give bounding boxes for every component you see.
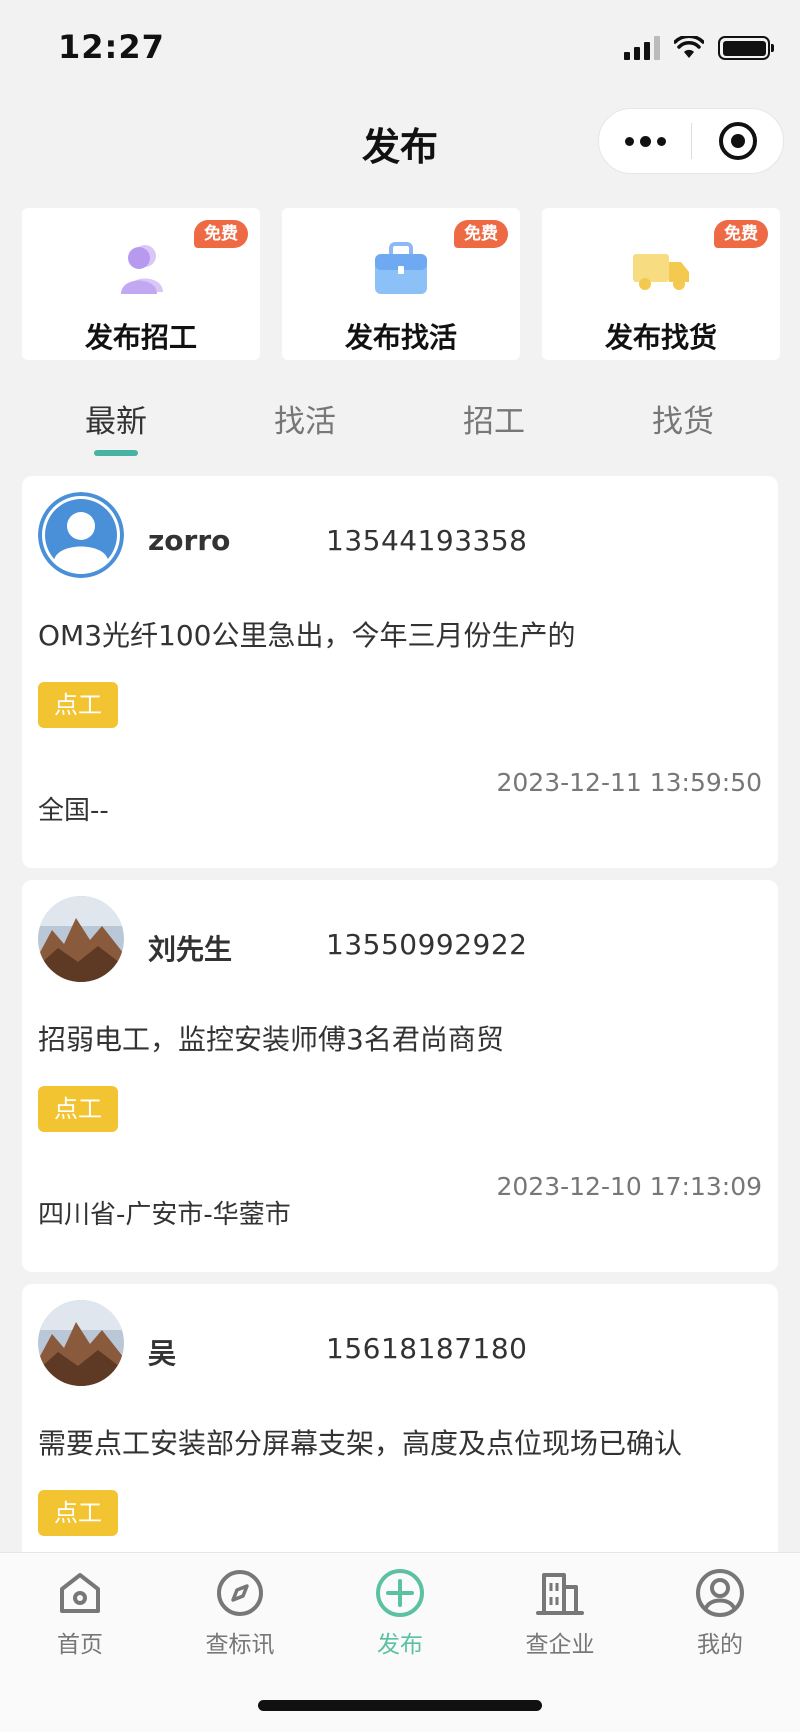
plus-circle-icon [376, 1569, 424, 1617]
cellular-signal-icon [624, 36, 660, 60]
tabbar-label: 我的 [697, 1632, 743, 1658]
poster-name: zorro [148, 524, 231, 557]
tab-recruit[interactable]: 招工 [434, 396, 554, 441]
status-icons [624, 36, 774, 60]
post-time: 2023-12-11 13:59:50 [496, 768, 762, 797]
tabbar-label: 查标讯 [205, 1632, 275, 1658]
wifi-icon [674, 36, 704, 58]
tabbar-mine[interactable]: 我的 [660, 1567, 780, 1659]
tabbar-label: 发布 [377, 1632, 423, 1658]
default-user-avatar-icon [38, 492, 124, 578]
active-tab-indicator [94, 450, 138, 456]
tab-latest[interactable]: 最新 [56, 396, 176, 441]
status-time: 12:27 [58, 28, 165, 66]
free-badge: 免费 [194, 220, 248, 248]
poster-phone[interactable]: 13544193358 [326, 524, 527, 557]
landscape-photo-avatar [38, 1300, 124, 1386]
user-circle-icon [696, 1569, 744, 1617]
poster-phone[interactable]: 15618187180 [326, 1332, 527, 1365]
briefcase-icon [375, 242, 427, 294]
free-badge: 免费 [454, 220, 508, 248]
publish-recruit-label: 发布招工 [84, 321, 197, 354]
truck-icon [633, 254, 689, 290]
building-icon [536, 1573, 584, 1615]
publish-find-goods-card[interactable]: 免费 发布找货 [542, 208, 780, 360]
miniprogram-capsule [598, 108, 784, 174]
poster-name: 刘先生 [148, 933, 233, 966]
publish-find-goods-label: 发布找货 [604, 321, 717, 354]
free-badge: 免费 [714, 220, 768, 248]
post-time: 2023-12-10 17:13:09 [496, 1172, 762, 1201]
tabbar-label: 查企业 [525, 1632, 595, 1658]
nav-bar: 发布 [0, 96, 800, 186]
avatar[interactable] [38, 492, 124, 578]
more-menu-button[interactable] [599, 109, 691, 173]
tabbar-bid-search[interactable]: 查标讯 [180, 1567, 300, 1659]
avatar[interactable] [38, 896, 124, 982]
target-icon [718, 122, 757, 160]
compass-icon [217, 1570, 263, 1616]
job-type-tag: 点工 [38, 682, 118, 728]
avatar[interactable] [38, 1300, 124, 1386]
status-bar: 12:27 [0, 0, 800, 96]
job-type-tag: 点工 [38, 1490, 118, 1536]
tab-find-goods[interactable]: 找货 [623, 396, 743, 441]
close-miniprogram-button[interactable] [692, 109, 783, 173]
job-type-tag: 点工 [38, 1086, 118, 1132]
post-content: 招弱电工，监控安装师傅3名君尚商贸 [38, 1023, 504, 1056]
publish-recruit-card[interactable]: 免费 发布招工 [22, 208, 260, 360]
tabbar-company-search[interactable]: 查企业 [500, 1567, 620, 1659]
poster-phone[interactable]: 13550992922 [326, 928, 527, 961]
post-content: OM3光纤100公里急出，今年三月份生产的 [38, 619, 576, 652]
tab-find-work[interactable]: 找活 [245, 396, 365, 441]
post-content: 需要点工安装部分屏幕支架，高度及点位现场已确认 [38, 1427, 683, 1460]
tabbar-label: 首页 [57, 1632, 103, 1658]
post-location: 四川省-广安市-华蓥市 [38, 1200, 291, 1230]
post-list: zorro 13544193358 OM3光纤100公里急出，今年三月份生产的 … [22, 476, 778, 1688]
post-card[interactable]: zorro 13544193358 OM3光纤100公里急出，今年三月份生产的 … [22, 476, 778, 868]
battery-icon [718, 36, 774, 60]
publish-options: 免费 发布招工 免费 发布找活 免费 发布找货 [22, 208, 780, 360]
publish-find-work-label: 发布找活 [344, 321, 457, 354]
publish-find-work-card[interactable]: 免费 发布找活 [282, 208, 520, 360]
landscape-photo-avatar [38, 896, 124, 982]
poster-name: 吴 [148, 1337, 177, 1370]
people-icon [121, 245, 163, 294]
post-card[interactable]: 刘先生 13550992922 招弱电工，监控安装师傅3名君尚商贸 点工 202… [22, 880, 778, 1272]
tabbar-home[interactable]: 首页 [20, 1567, 140, 1659]
tabbar-publish[interactable]: 发布 [340, 1567, 460, 1659]
home-indicator [258, 1700, 542, 1711]
feed-tabs: 最新 找活 招工 找货 [0, 388, 800, 458]
home-icon [60, 1573, 100, 1613]
post-location: 全国-- [38, 796, 109, 826]
